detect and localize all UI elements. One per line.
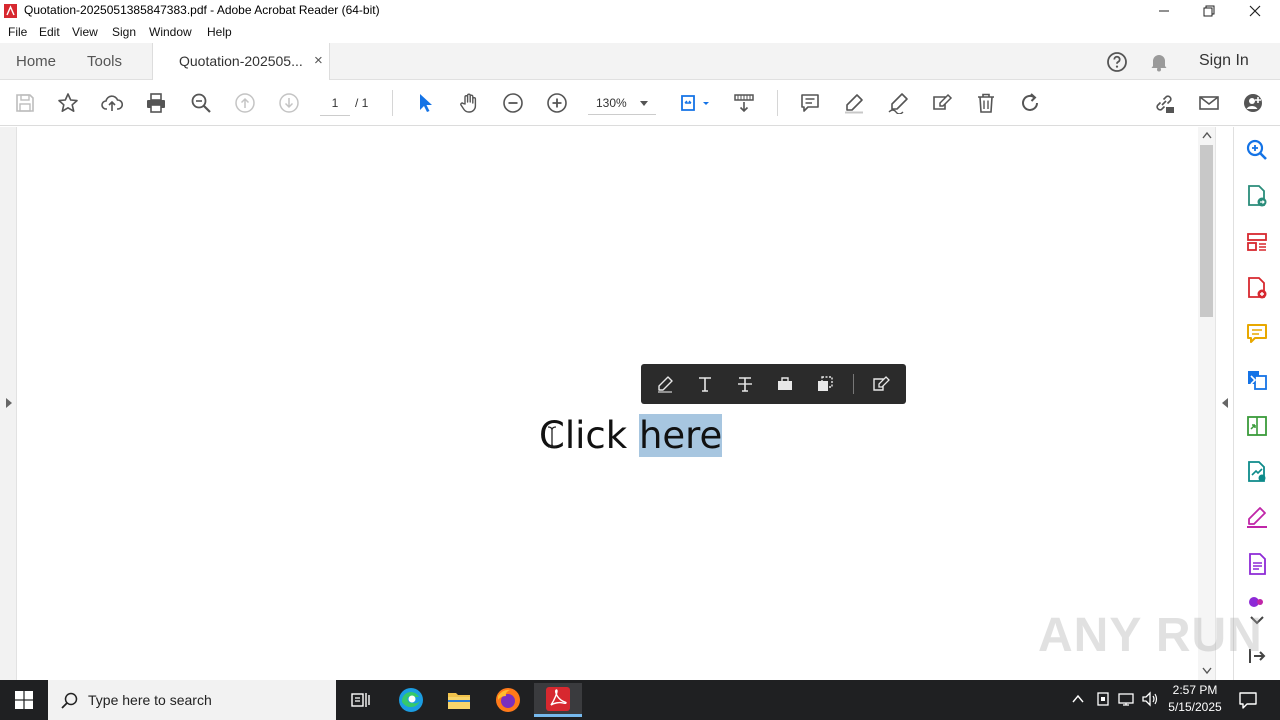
delete-icon[interactable]	[973, 90, 999, 116]
close-tab-icon[interactable]: ×	[314, 52, 323, 69]
acrobat-taskbar-icon[interactable]	[534, 683, 582, 717]
fill-sign-icon[interactable]	[1244, 505, 1270, 531]
restore-icon[interactable]	[1186, 0, 1232, 22]
bookmark-star-icon[interactable]	[55, 90, 81, 116]
previous-page-icon[interactable]	[232, 90, 258, 116]
redact-icon[interactable]	[773, 372, 797, 396]
help-icon[interactable]	[1106, 51, 1128, 73]
create-pdf-icon[interactable]	[1244, 275, 1270, 301]
network-icon[interactable]	[1117, 691, 1135, 707]
vertical-scrollbar[interactable]	[1198, 127, 1215, 680]
notifications-icon[interactable]	[1238, 690, 1258, 710]
menu-edit[interactable]: Edit	[39, 25, 60, 39]
bell-icon[interactable]	[1149, 52, 1169, 72]
draw-pen-icon[interactable]	[885, 90, 911, 116]
next-page-icon[interactable]	[276, 90, 302, 116]
menu-bar: File Edit View Sign Window Help	[0, 22, 1280, 43]
volume-icon[interactable]	[1141, 691, 1159, 707]
scrollbar-thumb[interactable]	[1200, 145, 1213, 317]
edit-text-icon[interactable]	[869, 372, 893, 396]
scroll-down-icon[interactable]	[1202, 667, 1212, 675]
hand-tool-icon[interactable]	[456, 90, 482, 116]
search-zoom-icon[interactable]	[1244, 137, 1270, 163]
edit-pdf-icon[interactable]	[929, 90, 955, 116]
zoom-select[interactable]: 130%	[588, 93, 656, 115]
scroll-up-icon[interactable]	[1202, 131, 1212, 139]
share-user-icon[interactable]	[1240, 90, 1266, 116]
popup-divider	[853, 374, 854, 394]
sign-in-link[interactable]: Sign In	[1199, 52, 1249, 70]
toolbar-divider	[777, 90, 778, 116]
system-clock[interactable]: 2:57 PM 5/15/2025	[1160, 682, 1230, 716]
search-icon	[61, 692, 78, 709]
document-tab-label: Quotation-202505...	[179, 53, 303, 69]
minimize-icon[interactable]	[1141, 0, 1187, 22]
compress-icon[interactable]	[1244, 413, 1270, 439]
tab-home[interactable]: Home	[16, 43, 56, 80]
add-text-icon[interactable]	[693, 372, 717, 396]
menu-help[interactable]: Help	[207, 25, 232, 39]
scan-icon[interactable]	[1244, 459, 1270, 485]
collapse-right-panel-arrow-icon[interactable]	[1221, 397, 1229, 409]
menu-view[interactable]: View	[72, 25, 98, 39]
organize-pages-icon[interactable]	[1244, 229, 1270, 255]
print-icon[interactable]	[143, 90, 169, 116]
zoom-out-icon[interactable]	[500, 90, 526, 116]
clock-time: 2:57 PM	[1172, 683, 1218, 697]
text-cursor-icon	[547, 426, 557, 448]
save-icon[interactable]	[12, 90, 38, 116]
tab-tools[interactable]: Tools	[87, 43, 122, 80]
file-explorer-icon[interactable]	[437, 683, 481, 717]
task-view-icon[interactable]	[338, 683, 382, 717]
page-total: / 1	[355, 96, 369, 110]
close-icon[interactable]	[1232, 0, 1278, 22]
menu-file[interactable]: File	[8, 25, 27, 39]
document-text[interactable]: Click here	[539, 414, 723, 457]
protect-icon[interactable]	[1244, 551, 1270, 577]
scroll-mode-icon[interactable]	[731, 90, 757, 116]
menu-window[interactable]: Window	[149, 25, 192, 39]
combine-files-icon[interactable]	[1244, 367, 1270, 393]
highlight-icon[interactable]	[653, 372, 677, 396]
windows-start-icon[interactable]	[2, 683, 46, 717]
window-title: Quotation-2025051385847383.pdf - Adobe A…	[24, 3, 380, 17]
document-canvas[interactable]	[18, 127, 1198, 680]
device-icon[interactable]	[1095, 691, 1111, 707]
upload-cloud-icon[interactable]	[99, 90, 125, 116]
zoom-in-icon[interactable]	[544, 90, 570, 116]
page-fit-icon[interactable]	[676, 90, 716, 116]
title-bar: Quotation-2025051385847383.pdf - Adobe A…	[0, 0, 1280, 22]
menu-sign[interactable]: Sign	[112, 25, 136, 39]
clock-date: 5/15/2025	[1168, 700, 1222, 714]
search-placeholder: Type here to search	[88, 692, 212, 708]
page-number-input[interactable]: 1	[320, 94, 350, 116]
rotate-icon[interactable]	[1017, 90, 1043, 116]
taskbar-search-box[interactable]: Type here to search	[48, 680, 336, 720]
firefox-icon[interactable]	[486, 683, 530, 717]
comment-icon[interactable]	[797, 90, 823, 116]
tab-bar: Home Tools Quotation-202505... ×	[0, 43, 1280, 81]
zoom-search-icon[interactable]	[188, 90, 214, 116]
right-panel-handle	[1215, 127, 1233, 680]
toolbar-divider	[392, 90, 393, 116]
select-cursor-icon[interactable]	[412, 90, 438, 116]
selected-text[interactable]: here	[638, 414, 723, 457]
email-icon[interactable]	[1196, 90, 1222, 116]
chevron-up-icon[interactable]	[1071, 692, 1085, 706]
left-panel-collapsed	[0, 127, 17, 680]
share-link-icon[interactable]	[1151, 90, 1177, 116]
export-pdf-icon[interactable]	[1244, 183, 1270, 209]
chevron-down-icon	[640, 101, 648, 106]
acrobat-app-icon	[4, 4, 17, 18]
copy-icon[interactable]	[813, 372, 837, 396]
expand-left-panel-icon[interactable]	[5, 397, 13, 409]
edge-browser-icon[interactable]	[389, 683, 433, 717]
strikethrough-icon[interactable]	[733, 372, 757, 396]
anyrun-watermark: ANY RUN	[1038, 609, 1263, 662]
zoom-value: 130%	[596, 96, 627, 110]
comment-tool-icon[interactable]	[1244, 321, 1270, 347]
highlight-pen-icon[interactable]	[841, 90, 867, 116]
tab-document[interactable]: Quotation-202505... ×	[152, 43, 330, 81]
